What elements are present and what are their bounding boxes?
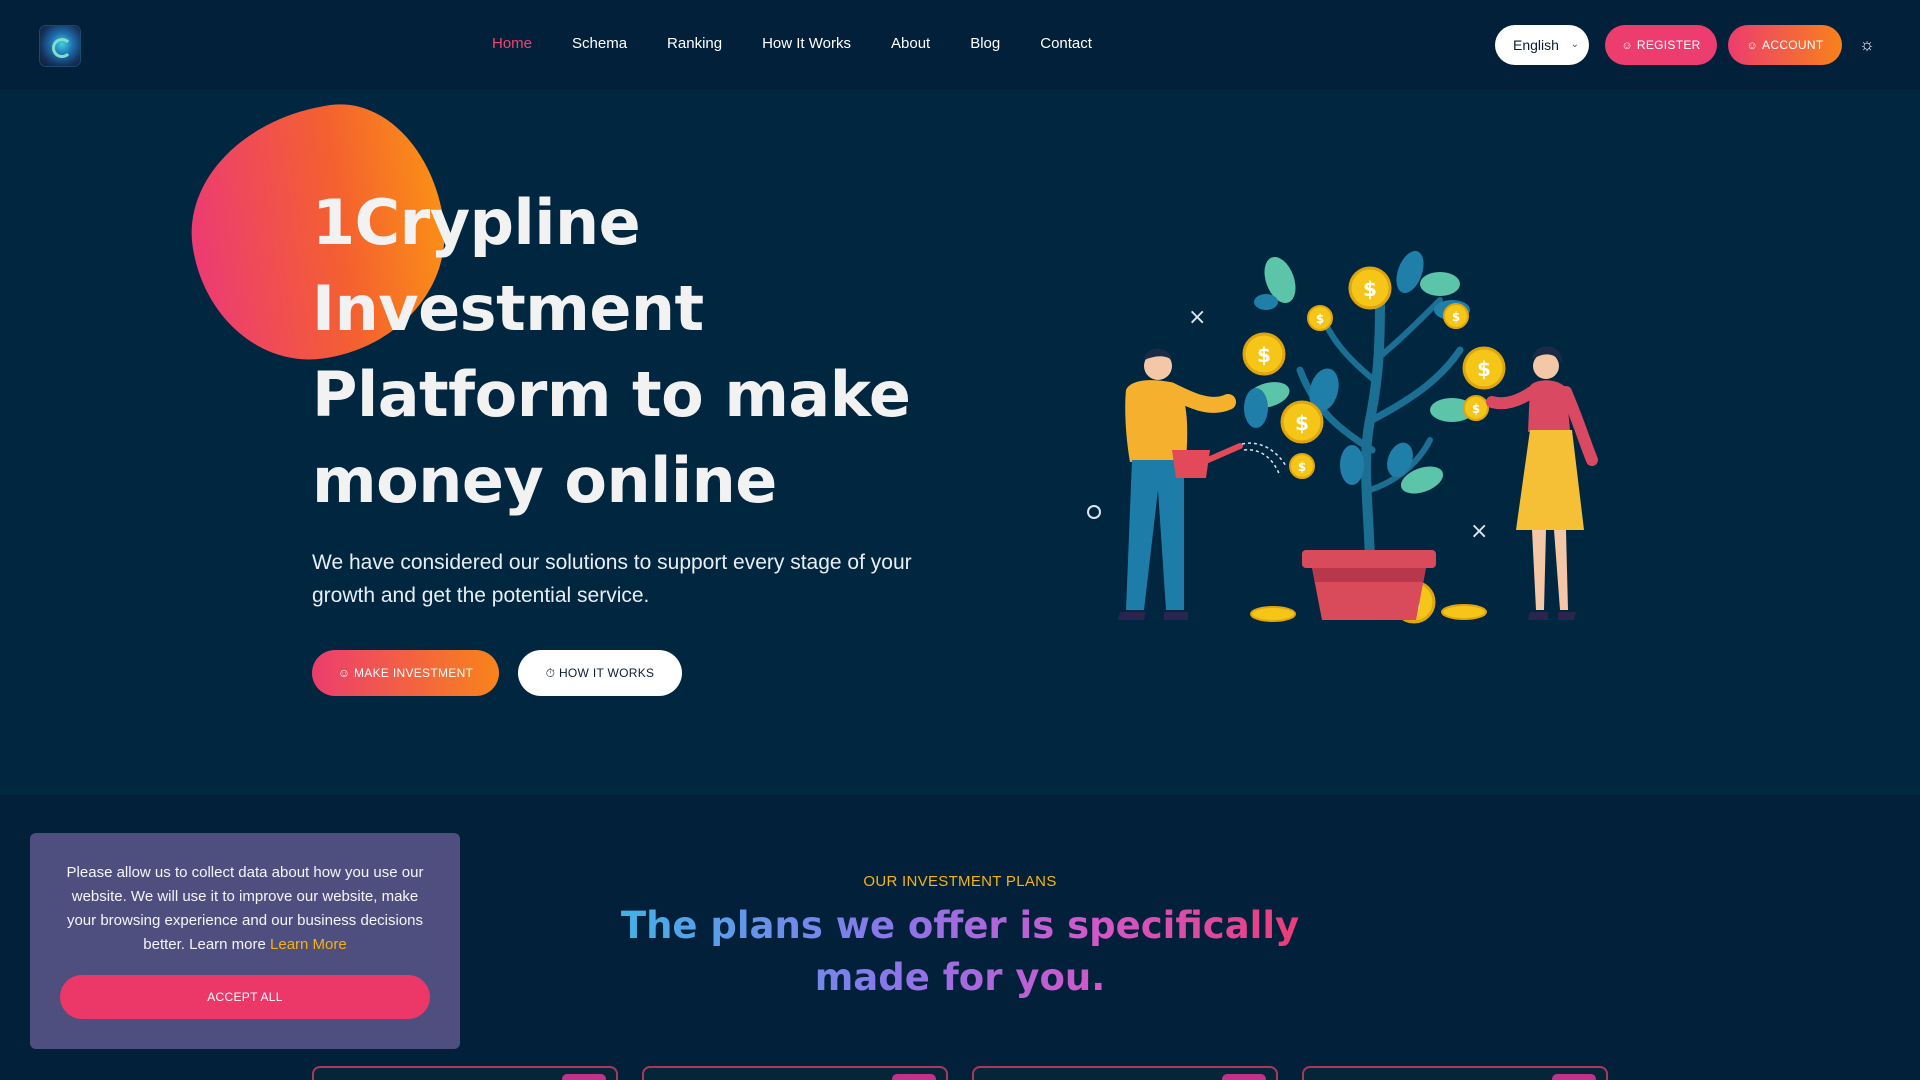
cookie-banner: Please allow us to collect data about ho…: [30, 833, 460, 1049]
account-button[interactable]: ☺ ACCOUNT: [1728, 25, 1842, 65]
cookie-text: Please allow us to collect data about ho…: [60, 861, 430, 957]
plan-card[interactable]: [312, 1066, 618, 1080]
hero-title: 1Crypline Investment Platform to make mo…: [312, 180, 952, 524]
register-label: REGISTER: [1636, 38, 1701, 52]
nav-schema[interactable]: Schema: [572, 32, 627, 56]
plan-card[interactable]: [1302, 1066, 1608, 1080]
svg-text:$: $: [1472, 402, 1480, 416]
plans-heading: The plans we offer is specifically made …: [610, 900, 1310, 1004]
svg-text:×: ×: [1470, 519, 1488, 544]
hero-title-line: Platform to make: [312, 358, 911, 431]
hero-subtitle: We have considered our solutions to supp…: [312, 551, 912, 607]
register-button[interactable]: ☺ REGISTER: [1605, 25, 1717, 65]
svg-text:$: $: [1295, 411, 1309, 435]
svg-text:$: $: [1298, 460, 1306, 474]
make-investment-button[interactable]: ☺ MAKE INVESTMENT: [312, 650, 499, 696]
main-nav: Home Schema Ranking How It Works About B…: [492, 32, 1132, 56]
accept-all-button[interactable]: ACCEPT ALL: [60, 975, 430, 1019]
sun-icon[interactable]: ☼: [1857, 35, 1877, 55]
user-icon: ☺: [1621, 40, 1633, 52]
how-it-works-label: HOW IT WORKS: [558, 666, 655, 680]
hero-title-line: money online: [312, 444, 777, 517]
hero-title-line: Investment: [312, 272, 704, 345]
nav-contact[interactable]: Contact: [1040, 32, 1092, 56]
nav-home[interactable]: Home: [492, 32, 532, 56]
money-tree-illustration: × × $ $ $ $ $ $ $ $ $: [1087, 250, 1598, 624]
svg-text:$: $: [1477, 357, 1491, 381]
language-value: English: [1513, 37, 1559, 53]
plan-badge: [892, 1074, 936, 1080]
svg-text:$: $: [1257, 343, 1271, 367]
hero-title-line: 1Crypline: [312, 186, 641, 259]
svg-text:$: $: [1363, 277, 1377, 301]
nav-blog[interactable]: Blog: [970, 32, 1000, 56]
user-icon: ☺: [1746, 40, 1759, 52]
site-logo[interactable]: [40, 26, 80, 66]
how-it-works-button[interactable]: ⏱ HOW IT WORKS: [518, 650, 682, 696]
timer-icon: ⏱: [545, 666, 559, 680]
plan-card[interactable]: [642, 1066, 948, 1080]
plan-badge: [1552, 1074, 1596, 1080]
nav-ranking[interactable]: Ranking: [667, 32, 722, 56]
learn-more-link[interactable]: Learn More: [270, 936, 347, 953]
svg-text:$: $: [1316, 312, 1324, 326]
plan-card[interactable]: [972, 1066, 1278, 1080]
nav-how-it-works[interactable]: How It Works: [762, 32, 851, 56]
svg-text:$: $: [1452, 310, 1460, 324]
account-label: ACCOUNT: [1762, 38, 1824, 52]
plan-badge: [1222, 1074, 1266, 1080]
language-select[interactable]: English ⌄: [1495, 25, 1589, 65]
cookie-message: Please allow us to collect data about ho…: [66, 864, 424, 953]
nav-about[interactable]: About: [891, 32, 930, 56]
svg-text:×: ×: [1188, 305, 1206, 330]
chevron-down-icon: ⌄: [1570, 39, 1579, 50]
user-icon: ☺: [337, 666, 354, 680]
plan-badge: [562, 1074, 606, 1080]
site-header: Home Schema Ranking How It Works About B…: [0, 0, 1920, 89]
make-investment-label: MAKE INVESTMENT: [354, 666, 474, 680]
